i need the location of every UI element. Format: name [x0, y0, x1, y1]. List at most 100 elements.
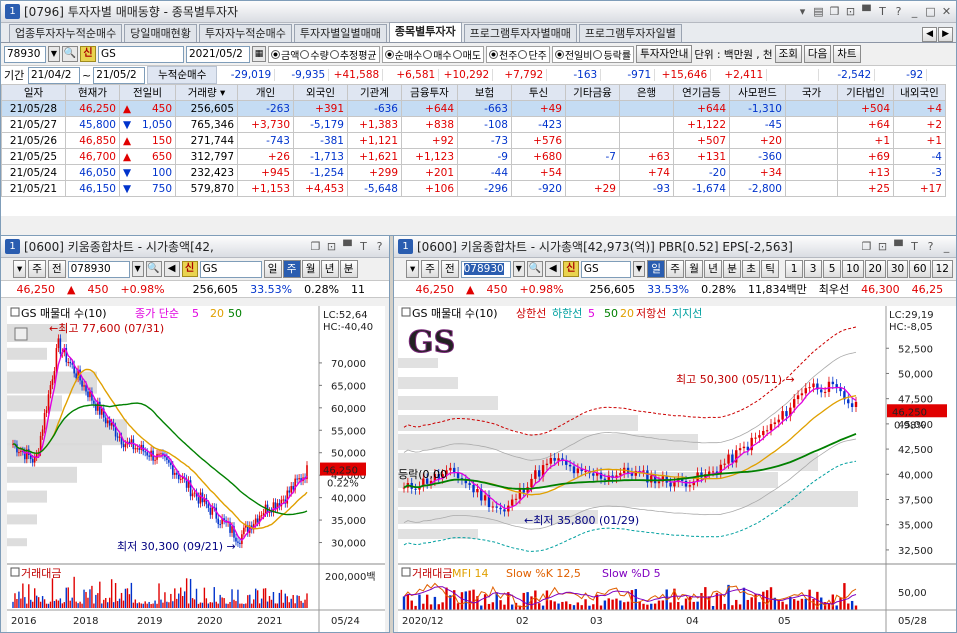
- code-dropdown-icon[interactable]: ▼: [48, 46, 60, 62]
- table-header-cell[interactable]: 현재가: [65, 84, 120, 101]
- left-code-input[interactable]: 078930: [67, 260, 130, 278]
- right-menu-button[interactable]: ▾: [406, 260, 420, 278]
- tab-stock-investor[interactable]: 종목별투자자: [388, 22, 462, 42]
- tab-program-daily[interactable]: 프로그램투자자일별: [578, 24, 682, 42]
- left-menu-button[interactable]: ▾: [13, 260, 27, 278]
- left-chart-titlebar[interactable]: 1 [0600] 키움종합차트 - 시가총액[42, ❐ ⊡ ▀ T ?: [1, 236, 389, 258]
- table-header-cell[interactable]: 외국인: [293, 84, 348, 101]
- link-icon[interactable]: ⊡: [326, 240, 337, 253]
- copy-icon[interactable]: ❐: [861, 240, 872, 253]
- code-dropdown-icon[interactable]: ▼: [131, 261, 144, 277]
- radio-group-value[interactable]: 금액 수량 추정평균: [268, 45, 380, 63]
- pin-icon[interactable]: ▀: [342, 240, 353, 253]
- calendar-icon[interactable]: ▦: [252, 46, 266, 62]
- left-prev-button[interactable]: 전: [47, 260, 66, 278]
- period-from-input[interactable]: 21/04/2: [28, 66, 80, 84]
- name-dropdown-icon[interactable]: ▼: [633, 261, 646, 277]
- search-icon[interactable]: 🔍: [145, 261, 162, 277]
- table-header-cell[interactable]: 연기금등: [673, 84, 730, 101]
- table-header-cell[interactable]: 보험: [457, 84, 512, 101]
- tab-investor-daily[interactable]: 투자자별일별매매: [293, 24, 387, 42]
- code-dropdown-icon[interactable]: ▼: [512, 261, 525, 277]
- period-button[interactable]: 틱: [761, 260, 780, 278]
- period-button[interactable]: 12: [931, 260, 953, 278]
- tab-prev-arrow-icon[interactable]: ◀: [922, 27, 938, 42]
- tab-next-arrow-icon[interactable]: ▶: [938, 27, 953, 42]
- search-icon[interactable]: 🔍: [62, 46, 78, 62]
- period-to-input[interactable]: 21/05/2: [93, 66, 146, 84]
- left-week-button[interactable]: 주: [28, 260, 46, 278]
- table-header-cell[interactable]: 기관계: [347, 84, 402, 101]
- period-button[interactable]: 10: [842, 260, 864, 278]
- period-button[interactable]: 년: [704, 260, 723, 278]
- pin-icon[interactable]: ▀: [861, 5, 872, 18]
- stock-code-input[interactable]: 78930: [4, 45, 46, 63]
- search-icon[interactable]: 🔍: [526, 261, 543, 277]
- period-button[interactable]: 1: [785, 260, 804, 278]
- memo-icon[interactable]: ▤: [813, 5, 824, 18]
- period-button[interactable]: 월: [301, 260, 320, 278]
- table-header-cell[interactable]: 거래량 ▾: [175, 84, 238, 101]
- right-code-input[interactable]: 078930: [460, 260, 511, 278]
- table-header-cell[interactable]: 금융투자: [401, 84, 458, 101]
- help-icon[interactable]: ?: [374, 240, 385, 253]
- period-button[interactable]: 60: [909, 260, 931, 278]
- copy-icon[interactable]: ❐: [829, 5, 840, 18]
- help-icon[interactable]: ?: [893, 5, 904, 18]
- right-chart-canvas[interactable]: GS GS 매물대 수(10) 상한선 하한선 5 50 20 저항선 지지선 최고 50,300…: [398, 306, 956, 632]
- period-button[interactable]: 분: [339, 260, 358, 278]
- investor-table-wrap[interactable]: 일자 현재가 전일비 거래량 ▾ 개인 외국인 기관계 금융투자 보험 투신 기타금융 은행 연기금등 사…: [1, 84, 956, 216]
- right-prev-button[interactable]: 전: [440, 260, 459, 278]
- table-header-cell[interactable]: 내외국인: [893, 84, 946, 101]
- period-button[interactable]: 초: [742, 260, 761, 278]
- font-icon[interactable]: T: [877, 5, 888, 18]
- tab-investor-cumulative[interactable]: 투자자누적순매수: [198, 24, 292, 42]
- investor-window-titlebar[interactable]: 1 [0796] 투자자별 매매동향 - 종목별투자자 ▾ ▤ ❐ ⊡ ▀ T …: [1, 1, 956, 23]
- table-row[interactable]: 21/05/21 46,150 ▼ 750 579,870 +1,153 +4,453 -5,…: [1, 180, 946, 197]
- table-header-cell[interactable]: 은행: [619, 84, 674, 101]
- period-button[interactable]: 주: [282, 260, 301, 278]
- period-button[interactable]: 분: [723, 260, 742, 278]
- table-row[interactable]: 21/05/25 46,700 ▲ 650 312,797 +26 -1,713 +1,621…: [1, 148, 946, 165]
- maximize-icon[interactable]: □: [925, 5, 936, 18]
- table-header-cell[interactable]: 개인: [237, 84, 294, 101]
- table-header-cell[interactable]: 전일비: [119, 84, 176, 101]
- radio-group-trade[interactable]: 순매수 매수 매도: [381, 45, 485, 63]
- minimize-icon[interactable]: _: [941, 240, 952, 253]
- period-button[interactable]: 월: [685, 260, 704, 278]
- font-icon[interactable]: T: [909, 240, 920, 253]
- tab-daily-status[interactable]: 당일매매현황: [124, 24, 197, 42]
- sound-icon[interactable]: ◀: [544, 261, 561, 277]
- search-button[interactable]: 조회: [774, 45, 802, 63]
- radio-group-change[interactable]: 전일비 등락률: [551, 45, 635, 63]
- table-row[interactable]: 21/05/28 46,250 ▲ 450 256,605 -263 +391 -636 +64…: [1, 100, 946, 117]
- font-icon[interactable]: T: [358, 240, 369, 253]
- right-chart-titlebar[interactable]: 1 [0600] 키움종합차트 - 시가총액[42,973(억)] PBR[0.…: [394, 236, 956, 258]
- investor-guide-button[interactable]: 투자자안내: [636, 45, 693, 63]
- period-button[interactable]: 년: [320, 260, 339, 278]
- table-row[interactable]: 21/05/26 46,850 ▲ 150 271,744 -743 -381 +1,121 +…: [1, 132, 946, 149]
- left-chart-canvas[interactable]: GS 매물대 수(10) 종가 단순 5 20 50 ←최고 77,600 (07/31)…: [7, 306, 385, 632]
- minimize-icon[interactable]: _: [909, 5, 920, 18]
- table-header-cell[interactable]: 일자: [1, 84, 66, 101]
- menu-icon[interactable]: ▾: [797, 5, 808, 18]
- table-header-cell[interactable]: 기타금융: [565, 84, 620, 101]
- table-header-cell[interactable]: 투신: [511, 84, 566, 101]
- period-button[interactable]: 20: [864, 260, 886, 278]
- link-icon[interactable]: ⊡: [845, 5, 856, 18]
- right-week-button[interactable]: 주: [421, 260, 439, 278]
- period-button[interactable]: 주: [666, 260, 685, 278]
- pin-icon[interactable]: ▀: [893, 240, 904, 253]
- table-row[interactable]: 21/05/24 46,050 ▼ 100 232,423 +945 -1,254 +299 +…: [1, 164, 946, 181]
- period-button[interactable]: 3: [804, 260, 823, 278]
- copy-icon[interactable]: ❐: [310, 240, 321, 253]
- table-header-cell[interactable]: 사모펀드: [729, 84, 786, 101]
- date-input[interactable]: 2021/05/2: [186, 45, 250, 63]
- help-icon[interactable]: ?: [925, 240, 936, 253]
- tab-program-investor[interactable]: 프로그램투자자별매매: [463, 24, 577, 42]
- period-button[interactable]: 일: [263, 260, 282, 278]
- table-row[interactable]: 21/05/27 45,800 ▼ 1,050 765,346 +3,730 -5,179 +…: [1, 116, 946, 133]
- table-header-cell[interactable]: 기타법인: [837, 84, 894, 101]
- link-icon[interactable]: ⊡: [877, 240, 888, 253]
- chart-button[interactable]: 차트: [833, 45, 861, 63]
